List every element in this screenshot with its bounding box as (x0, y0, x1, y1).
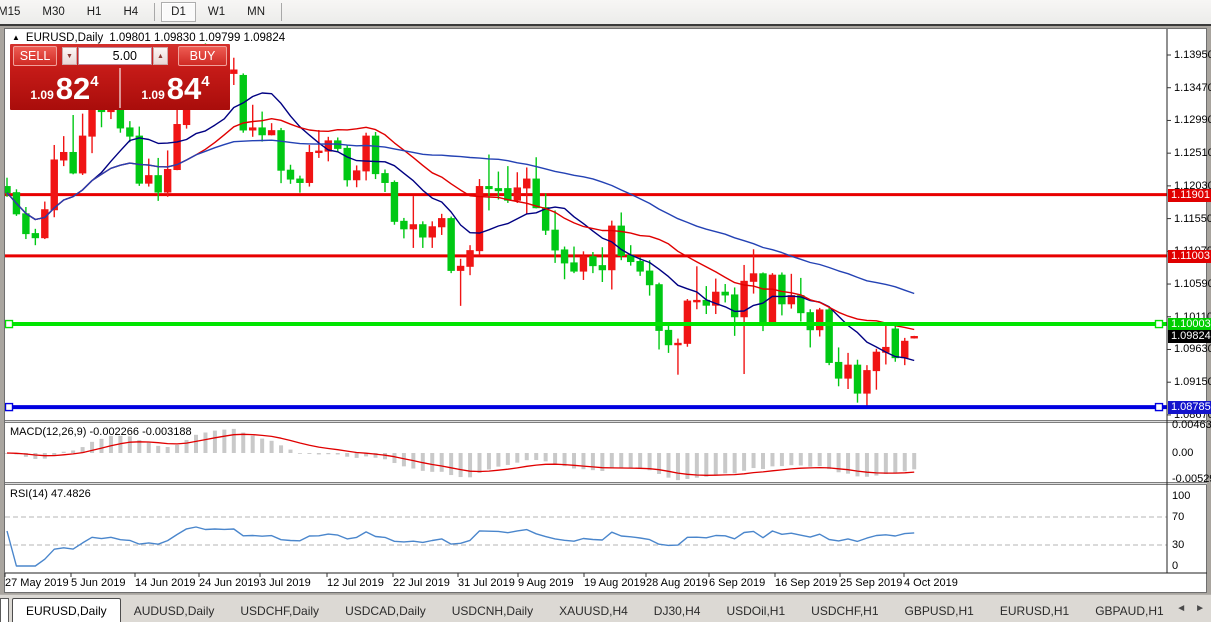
price-tick-label: 1.13950 (1174, 49, 1210, 62)
chart-window (4, 28, 1207, 593)
tabs-scroll-left-icon[interactable]: ◄ (1176, 603, 1186, 615)
price-tick-label: 1.12510 (1174, 147, 1210, 160)
price-marker-badge: 1.11003 (1168, 250, 1211, 263)
price-tick-label: 1.09150 (1174, 376, 1210, 389)
volume-input[interactable] (78, 47, 152, 65)
buy-button[interactable]: BUY (178, 46, 227, 66)
chart-tab-audusd[interactable]: AUDUSD,Daily (121, 599, 228, 622)
sell-price-big: 82 (56, 73, 90, 104)
chart-tab-gbpaud[interactable]: GBPAUD,H1 (1082, 599, 1172, 622)
symbol-marker-icon: ▲ (12, 34, 20, 42)
date-tick-label: 28 Aug 2019 (646, 577, 708, 589)
price-tick-label: 1.09630 (1174, 343, 1210, 356)
tabs-scroll-right-icon[interactable]: ► (1195, 603, 1205, 615)
buy-price-panel[interactable]: 1.09 84 4 (121, 67, 230, 109)
chart-tab-row: EURUSD,DailyAUDUSD,DailyUSDCHF,DailyUSDC… (12, 595, 1172, 622)
indicator-tick-label: 0.00463 (1172, 419, 1210, 432)
sell-button[interactable]: SELL (13, 46, 57, 66)
indicator-tick-label: -0.005299 (1172, 473, 1210, 486)
tab-strip-edge (0, 598, 9, 622)
price-marker-badge: 1.08785 (1168, 401, 1211, 414)
price-marker-badge: 1.10003 (1168, 318, 1211, 331)
chart-tab-bar: EURUSD,DailyAUDUSD,DailyUSDCHF,DailyUSDC… (0, 594, 1211, 622)
buy-price-prefix: 1.09 (141, 88, 164, 102)
price-tick-label: 1.11550 (1174, 213, 1210, 226)
rsi-name: RSI(14) (10, 488, 48, 500)
date-tick-label: 16 Sep 2019 (775, 577, 837, 589)
chart-symbol-label: EURUSD,Daily (26, 32, 103, 44)
chart-title: ▲ EURUSD,Daily 1.09801 1.09830 1.09799 1… (12, 31, 285, 45)
chart-tab-usdcnh[interactable]: USDCNH,Daily (439, 599, 546, 622)
toolbar-divider (0, 24, 1211, 26)
date-tick-label: 27 May 2019 (5, 577, 69, 589)
chart-tab-gbpusd[interactable]: GBPUSD,H1 (892, 599, 987, 622)
price-tick-label: 1.12990 (1174, 114, 1210, 127)
price-tick-label: 1.13470 (1174, 82, 1210, 95)
chart-tab-usdcad[interactable]: USDCAD,Daily (332, 599, 439, 622)
buy-price-big: 84 (167, 73, 201, 104)
panel-splitter-macd[interactable] (5, 420, 1207, 423)
panel-splitter-rsi[interactable] (5, 482, 1207, 485)
indicator-tick-label: 100 (1172, 490, 1210, 503)
date-tick-label: 3 Jul 2019 (260, 577, 311, 589)
sell-price-panel[interactable]: 1.09 82 4 (10, 67, 119, 109)
date-tick-label: 12 Jul 2019 (327, 577, 384, 589)
date-tick-label: 24 Jun 2019 (199, 577, 260, 589)
one-click-trading-panel: SELL ▼ ▲ BUY 1.09 82 4 1.09 84 4 (10, 44, 230, 110)
date-tick-label: 9 Aug 2019 (518, 577, 574, 589)
indicator-tick-label: 0 (1172, 560, 1210, 573)
chart-tab-eurusd[interactable]: EURUSD,H1 (987, 599, 1082, 622)
indicator-tick-label: 0.00 (1172, 447, 1210, 460)
timeframe-button-mn[interactable]: MN (237, 2, 275, 22)
date-tick-label: 14 Jun 2019 (135, 577, 196, 589)
chart-tab-usdchf[interactable]: USDCHF,Daily (227, 599, 332, 622)
timeframe-button-w1[interactable]: W1 (198, 2, 235, 22)
chart-tab-eurusd[interactable]: EURUSD,Daily (12, 598, 121, 622)
timeframe-button-m15[interactable]: M15 (0, 2, 30, 22)
timeframe-button-h4[interactable]: H4 (113, 2, 148, 22)
macd-values: -0.002266 -0.003188 (89, 426, 191, 438)
rsi-indicator-label: RSI(14) 47.4826 (10, 488, 91, 500)
date-tick-label: 31 Jul 2019 (458, 577, 515, 589)
buy-price-pip: 4 (201, 73, 209, 90)
date-tick-label: 19 Aug 2019 (584, 577, 646, 589)
date-tick-label: 25 Sep 2019 (840, 577, 902, 589)
macd-name: MACD(12,26,9) (10, 426, 86, 438)
chart-tab-xauusd[interactable]: XAUUSD,H4 (546, 599, 641, 622)
price-marker-badge: 1.09824 (1168, 330, 1211, 343)
sell-price-pip: 4 (90, 73, 98, 90)
date-tick-label: 5 Jun 2019 (71, 577, 125, 589)
rsi-value: 47.4826 (51, 488, 91, 500)
volume-decrease-button[interactable]: ▼ (62, 47, 77, 65)
chart-tab-usdoil[interactable]: USDOil,H1 (713, 599, 798, 622)
macd-indicator-label: MACD(12,26,9) -0.002266 -0.003188 (10, 426, 192, 438)
chart-ohlc-values: 1.09801 1.09830 1.09799 1.09824 (109, 32, 285, 44)
toolbar-separator (281, 3, 282, 21)
price-tick-label: 1.10590 (1174, 278, 1210, 291)
date-tick-label: 22 Jul 2019 (393, 577, 450, 589)
timeframe-button-h1[interactable]: H1 (77, 2, 112, 22)
sell-price-prefix: 1.09 (30, 88, 53, 102)
indicator-tick-label: 70 (1172, 511, 1210, 524)
timeframe-button-m30[interactable]: M30 (32, 2, 74, 22)
date-tick-label: 4 Oct 2019 (904, 577, 958, 589)
timeframe-toolbar: M15M30H1H4 D1W1MN (0, 0, 1211, 24)
toolbar-separator (154, 3, 155, 21)
chevron-up-icon: ▲ (157, 53, 164, 60)
indicator-tick-label: 30 (1172, 539, 1210, 552)
date-tick-label: 6 Sep 2019 (709, 577, 765, 589)
chevron-down-icon: ▼ (66, 53, 73, 60)
price-marker-badge: 1.11901 (1168, 189, 1211, 202)
timeframe-button-d1[interactable]: D1 (161, 2, 196, 22)
chart-tab-usdchf[interactable]: USDCHF,H1 (798, 599, 891, 622)
volume-increase-button[interactable]: ▲ (153, 47, 168, 65)
chart-tab-dj30[interactable]: DJ30,H4 (641, 599, 714, 622)
